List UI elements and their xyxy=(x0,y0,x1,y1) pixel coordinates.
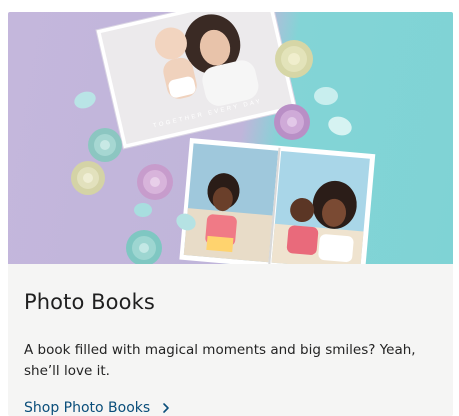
card-title: Photo Books xyxy=(24,290,155,314)
cover-photo-book: TOGETHER EVERY DAY xyxy=(95,12,298,150)
paper-flower xyxy=(88,128,122,162)
card-description: A book filled with magical moments and b… xyxy=(24,342,416,379)
paper-flower xyxy=(274,104,310,140)
paper-flower xyxy=(137,164,173,200)
cta-label: Shop Photo Books xyxy=(24,400,151,416)
paper-flower xyxy=(275,40,313,78)
product-card[interactable]: TOGETHER EVERY DAY Photo Books A book fi… xyxy=(8,12,453,416)
card-body: Photo Books A book filled with magical m… xyxy=(8,264,453,416)
photo-books-hero-image[interactable]: TOGETHER EVERY DAY xyxy=(8,12,453,264)
hero-illustration: TOGETHER EVERY DAY xyxy=(71,12,376,264)
open-photo-book xyxy=(179,138,376,264)
chevron-right-icon xyxy=(160,402,172,414)
paper-flower xyxy=(71,161,105,195)
shop-photo-books-link[interactable]: Shop Photo Books xyxy=(24,400,172,416)
paper-flower xyxy=(126,230,162,264)
